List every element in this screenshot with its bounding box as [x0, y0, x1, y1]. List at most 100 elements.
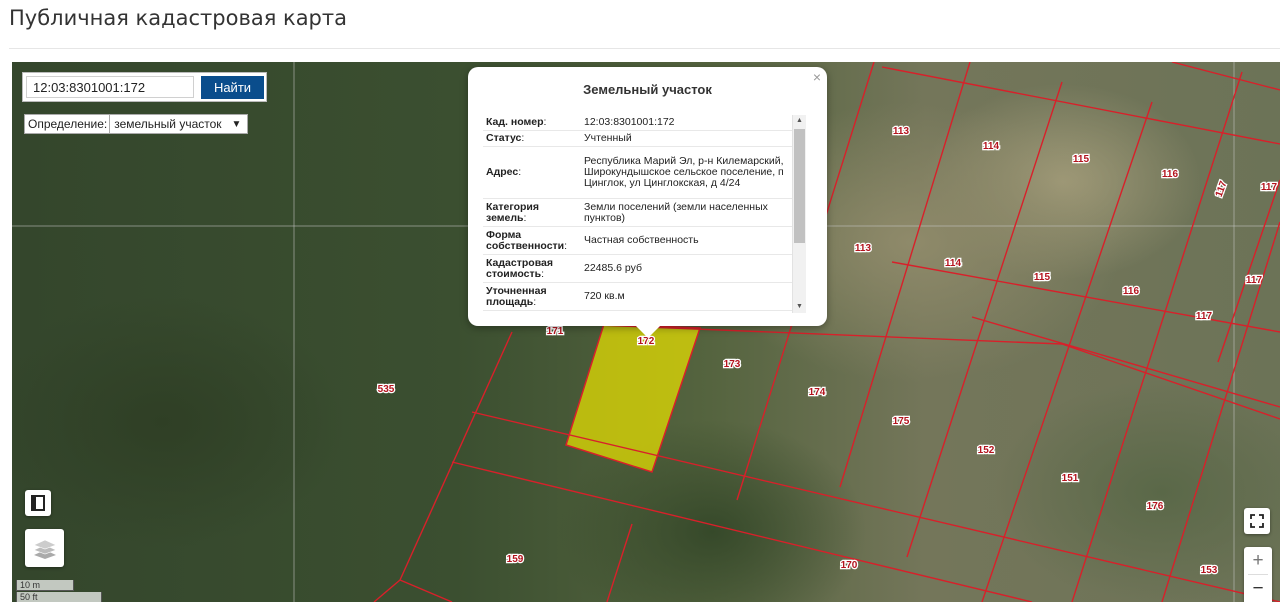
fullscreen-button[interactable]	[1244, 508, 1270, 534]
parcel-boundary	[1071, 71, 1243, 602]
parcel-number-label[interactable]: 114	[982, 140, 1001, 154]
property-key: Статус:	[483, 130, 581, 147]
parcel-info-popup: × Земельный участок Кад. номер: 12:03:830…	[468, 67, 827, 338]
parcel-number-label[interactable]: 153	[1199, 564, 1219, 578]
parcel-number-label[interactable]: 170	[839, 559, 859, 573]
property-value: 720 кв.м	[581, 282, 793, 311]
basemap-switcher-button[interactable]	[25, 529, 64, 567]
chevron-down-icon: ▼	[231, 118, 242, 130]
popup-scrollbar[interactable]: ▲ ▼	[792, 115, 806, 313]
property-value: Республика Марий Эл, р-н Килемарский, Ши…	[581, 146, 793, 199]
map-view[interactable]: 113 114 115 116 117 117 113 114 115 116 117 117 171 1…	[12, 62, 1280, 602]
parcel-number-label[interactable]: 159	[505, 553, 525, 567]
property-value: 22485.6 руб	[581, 254, 793, 283]
property-row: Уточненная площадь: 720 кв.м	[483, 282, 793, 311]
property-key: Кад. номер:	[483, 115, 581, 131]
zoom-in-button[interactable]: +	[1244, 547, 1272, 574]
property-key-text: Категория земель	[486, 200, 540, 224]
parcel-number-label[interactable]: 114	[944, 257, 963, 271]
property-row: Форма собственности: Частная собственност…	[483, 226, 793, 255]
parcel-number-label[interactable]: 117	[1212, 178, 1231, 200]
scale-metric: 10 m	[16, 580, 74, 591]
parcel-number-label[interactable]: 171	[545, 325, 565, 339]
parcel-boundary	[906, 81, 1063, 558]
parcel-number-label[interactable]: 113	[854, 242, 873, 256]
property-key-colon: :	[521, 132, 525, 144]
scroll-up-icon[interactable]: ▲	[793, 115, 806, 127]
property-key-colon: :	[543, 116, 547, 128]
property-value: Земли поселений (земли населенных пункто…	[581, 198, 793, 227]
object-type-selected: земельный участок	[114, 117, 222, 131]
parcel-boundary	[981, 101, 1153, 602]
property-value: Частная собственность	[581, 226, 793, 255]
parcel-number-label[interactable]: 113	[892, 125, 911, 139]
object-type-select[interactable]: Определение: земельный участок ▼	[24, 114, 249, 134]
popup-pointer	[636, 326, 660, 338]
parcel-boundary	[881, 66, 1280, 145]
property-key: Адрес:	[483, 146, 581, 199]
property-row: Категория земель: Земли поселений (земли …	[483, 198, 793, 227]
parcel-boundary	[891, 261, 1280, 333]
property-key-text: Адрес	[486, 166, 519, 178]
parcel-number-label[interactable]: 175	[891, 415, 911, 429]
property-key: Уточненная площадь:	[483, 282, 581, 311]
parcel-boundary	[1171, 62, 1280, 91]
parcel-number-label[interactable]: 116	[1161, 168, 1180, 182]
parcel-properties-table: Кад. номер: 12:03:8301001:172 Статус: Учтен…	[483, 115, 793, 311]
layers-panel-button[interactable]	[25, 490, 51, 516]
parcel-boundary	[399, 579, 453, 602]
property-key: Кадастровая стоимость:	[483, 254, 581, 283]
scroll-down-icon[interactable]: ▼	[793, 301, 806, 313]
property-key: Категория земель:	[483, 198, 581, 227]
popup-title: Земельный участок	[583, 82, 712, 97]
parcel-number-label[interactable]: 176	[1145, 500, 1165, 514]
property-key-colon: :	[523, 211, 527, 224]
fullscreen-icon	[1250, 514, 1264, 528]
parcel-number-label[interactable]: 152	[976, 444, 996, 458]
property-value: Учтенный	[581, 130, 793, 147]
parcel-number-label[interactable]: 173	[722, 358, 742, 372]
property-key-colon: :	[564, 239, 568, 252]
parcel-boundary	[399, 331, 513, 581]
property-row: Адрес: Республика Марий Эл, р-н Килемарск…	[483, 146, 793, 199]
parcel-number-label[interactable]: 535	[376, 383, 396, 397]
page-title: Публичная кадастровая карта	[9, 6, 347, 30]
property-row: Кадастровая стоимость: 22485.6 руб	[483, 254, 793, 283]
parcel-boundary	[1061, 343, 1280, 420]
property-key-colon: :	[518, 166, 522, 178]
parcel-number-label[interactable]: 117	[1260, 181, 1279, 195]
find-button[interactable]: Найти	[201, 76, 264, 99]
scrollbar-thumb[interactable]	[794, 129, 805, 243]
parcel-number-label[interactable]: 115	[1072, 153, 1091, 167]
property-key-text: Статус	[486, 132, 522, 144]
object-type-value[interactable]: земельный участок ▼	[110, 117, 247, 131]
parcel-number-label[interactable]: 115	[1033, 271, 1052, 285]
object-type-label: Определение:	[25, 115, 111, 133]
title-divider	[9, 48, 1280, 49]
property-key-text: Кад. номер	[486, 116, 544, 128]
parcel-number-label[interactable]: 174	[807, 386, 827, 400]
map-legend-icon	[31, 495, 45, 511]
scale-imperial: 50 ft	[16, 592, 102, 602]
property-value: 12:03:8301001:172	[581, 115, 793, 131]
property-key: Форма собственности:	[483, 226, 581, 255]
parcel-boundary	[373, 579, 401, 602]
property-key-text: Уточненная площадь	[486, 284, 547, 308]
zoom-control: + −	[1244, 547, 1272, 602]
parcel-number-label[interactable]: 151	[1060, 472, 1080, 486]
property-row: Кад. номер: 12:03:8301001:172	[483, 115, 793, 131]
property-row: Статус: Учтенный	[483, 130, 793, 147]
property-key-text: Форма собственности	[486, 228, 565, 252]
zoom-out-button[interactable]: −	[1244, 575, 1272, 602]
search-form: Найти	[22, 72, 267, 102]
property-key-colon: :	[541, 267, 544, 280]
cadastral-number-input[interactable]	[26, 76, 194, 98]
layers-icon	[32, 539, 57, 559]
parcel-boundary	[1217, 179, 1280, 363]
parcel-number-label[interactable]: 116	[1122, 285, 1141, 299]
parcel-number-label[interactable]: 117	[1195, 310, 1214, 324]
popup-content: Кад. номер: 12:03:8301001:172 Статус: Учтен…	[483, 115, 806, 313]
parcel-boundary	[1161, 221, 1280, 602]
parcel-number-label[interactable]: 117	[1245, 274, 1264, 288]
property-key-colon: :	[533, 295, 537, 308]
